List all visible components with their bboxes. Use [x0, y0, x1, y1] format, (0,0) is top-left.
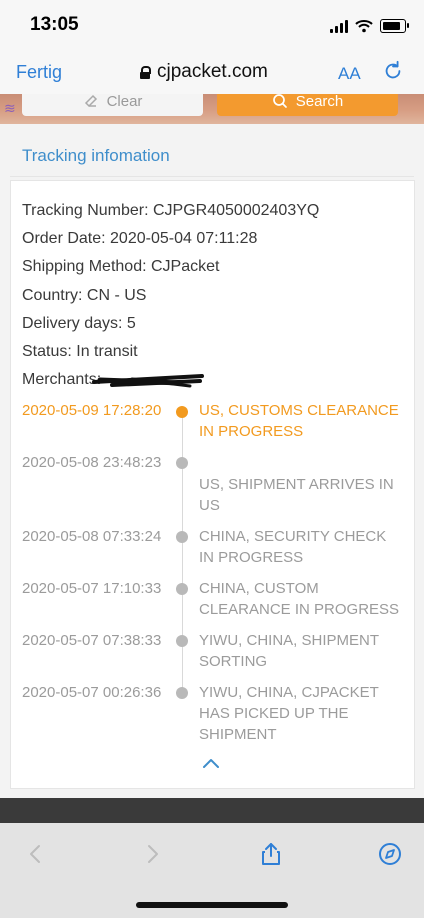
- status-time: 13:05: [30, 14, 79, 35]
- event-date: 2020-05-09 17:28:20: [22, 402, 162, 419]
- home-indicator: [136, 902, 288, 908]
- event-dot: [176, 531, 188, 543]
- page-banner: ≋ Clear Search: [0, 94, 424, 124]
- tracking-number: Tracking Number: CJPGR4050002403YQ: [22, 202, 320, 219]
- forward-icon[interactable]: [140, 842, 164, 866]
- merchants: Merchants:: [22, 371, 102, 388]
- event-date: 2020-05-07 17:10:33: [22, 580, 162, 597]
- share-icon[interactable]: [259, 842, 283, 866]
- section-title: Tracking infomation: [22, 146, 170, 165]
- event-date: 2020-05-08 07:33:24: [22, 528, 162, 545]
- event-dot: [176, 457, 188, 469]
- redaction-mark: [92, 374, 204, 388]
- event-date: 2020-05-08 23:48:23: [22, 454, 162, 471]
- chevron-up-icon[interactable]: [201, 755, 221, 771]
- reload-icon[interactable]: [382, 60, 404, 82]
- wifi-icon: [355, 20, 373, 33]
- event-dot: [176, 635, 188, 647]
- decorative-mark-icon: ≋: [4, 100, 16, 116]
- event-description: YIWU, CHINA, SHIPMENT SORTING: [199, 632, 379, 670]
- clear-button[interactable]: Clear: [22, 94, 203, 116]
- compass-icon[interactable]: [378, 842, 402, 866]
- event-description: CHINA, CUSTOM CLEARANCE IN PROGRESS: [199, 580, 400, 618]
- delivery-days: Delivery days: 5: [22, 315, 136, 332]
- event-dot: [176, 583, 188, 595]
- back-icon[interactable]: [24, 842, 48, 866]
- status-bar: 13:05: [0, 0, 424, 52]
- browser-address-bar: Fertig cjpacket.com AA: [0, 52, 424, 94]
- event-description: CHINA, SECURITY CHECK IN PROGRESS: [199, 528, 387, 566]
- event-description: US, CUSTOMS CLEARANCE IN PROGRESS: [199, 402, 399, 440]
- search-label: Search: [295, 94, 344, 110]
- page-footer: [0, 798, 424, 823]
- event-description: US, SHIPMENT ARRIVES IN US: [199, 476, 394, 514]
- event-dot: [176, 406, 188, 418]
- status-icons: [330, 16, 409, 36]
- event-dot: [176, 687, 188, 699]
- cellular-signal-icon: [330, 19, 348, 33]
- lock-icon: [140, 65, 151, 79]
- battery-icon: [380, 19, 409, 33]
- clear-label: Clear: [106, 94, 143, 110]
- shipping-method: Shipping Method: CJPacket: [22, 258, 220, 275]
- url-field[interactable]: cjpacket.com: [140, 61, 268, 83]
- status: Status: In transit: [22, 343, 138, 360]
- text-size-button[interactable]: AA: [338, 64, 361, 84]
- country: Country: CN - US: [22, 287, 147, 304]
- divider: [10, 176, 414, 177]
- search-icon: [272, 94, 287, 108]
- event-date: 2020-05-07 07:38:33: [22, 632, 162, 649]
- order-date: Order Date: 2020-05-04 07:11:28: [22, 230, 258, 247]
- event-description: YIWU, CHINA, CJPACKET HAS PICKED UP THE …: [199, 684, 379, 743]
- clear-icon: [84, 94, 97, 108]
- event-date: 2020-05-07 00:26:36: [22, 684, 162, 701]
- done-button[interactable]: Fertig: [16, 62, 62, 83]
- timeline-line: [182, 412, 183, 696]
- url-text: cjpacket.com: [157, 61, 268, 82]
- search-button[interactable]: Search: [217, 94, 398, 116]
